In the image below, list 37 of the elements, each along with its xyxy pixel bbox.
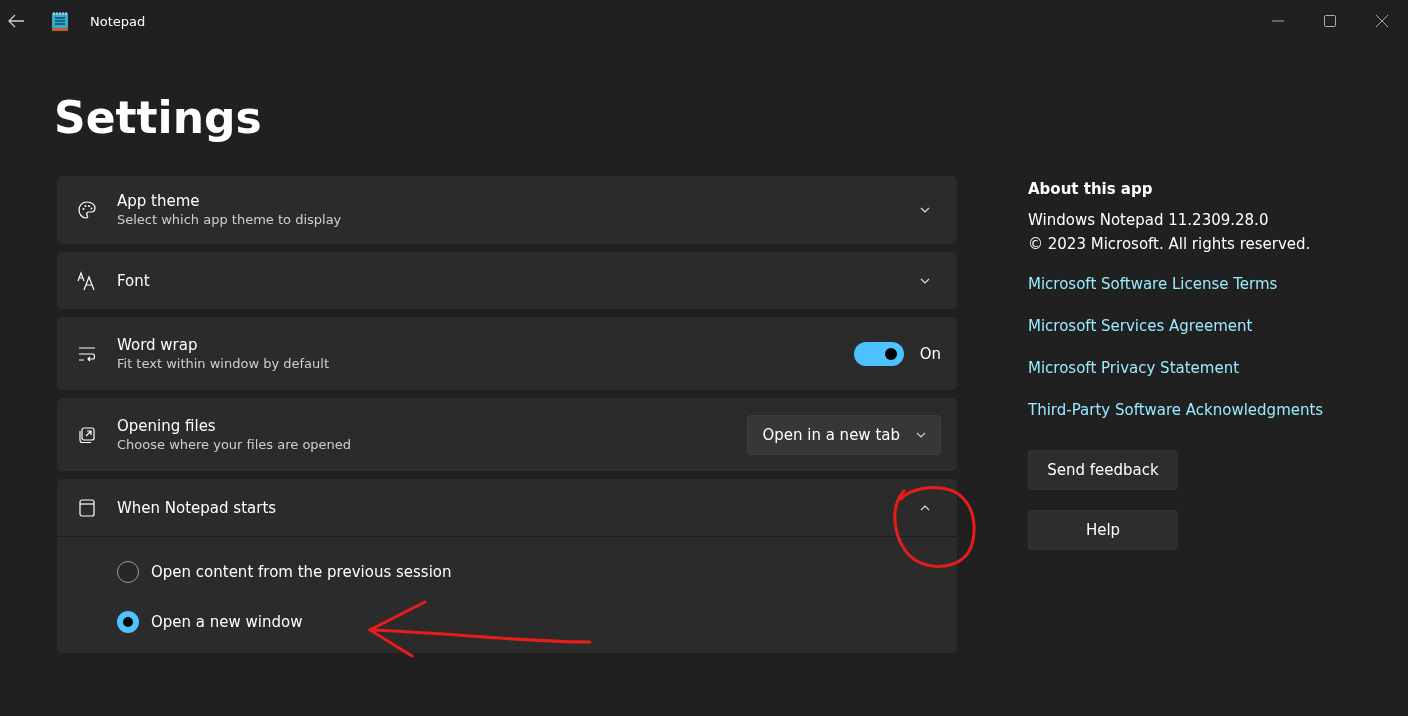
help-button[interactable]: Help xyxy=(1028,510,1178,550)
maximize-icon xyxy=(1324,15,1336,27)
send-feedback-button[interactable]: Send feedback xyxy=(1028,450,1178,490)
back-arrow-icon xyxy=(7,14,25,28)
link[interactable]: Third-Party Software Acknowledgments xyxy=(1028,398,1348,422)
radio-option[interactable]: Open content from the previous session xyxy=(117,547,452,597)
setting-description: Fit text within window by default xyxy=(117,354,329,373)
setting-title: When Notepad starts xyxy=(117,497,277,518)
link[interactable]: Microsoft Services Agreement xyxy=(1028,314,1348,338)
link[interactable]: Microsoft Privacy Statement xyxy=(1028,356,1348,380)
chevron-icon xyxy=(916,431,926,438)
palette-icon xyxy=(77,200,97,220)
window-icon xyxy=(77,497,97,518)
radio-option[interactable]: Open a new window xyxy=(117,597,303,647)
close-icon xyxy=(1376,15,1388,27)
chevron-icon xyxy=(920,207,930,213)
chevron-icon xyxy=(920,504,930,511)
dropdown[interactable]: Open in a new tab xyxy=(747,414,941,455)
setting-title: Font xyxy=(117,270,150,291)
setting-title: Opening files xyxy=(117,415,217,436)
copyright-text: © 2023 Microsoft. All rights reserved. xyxy=(1028,234,1312,255)
version-text: Windows Notepad 11.2309.28.0 xyxy=(1028,210,1270,231)
section-heading: About this app xyxy=(1028,180,1154,198)
chevron-icon xyxy=(920,277,930,284)
font-size-icon xyxy=(77,270,97,291)
setting-title: Word wrap xyxy=(117,334,199,355)
minimize-icon xyxy=(1272,20,1284,22)
toggle-switch[interactable] xyxy=(853,341,904,366)
page-title: Settings xyxy=(54,91,263,145)
setting-description: Select which app theme to display xyxy=(117,211,342,229)
notepad-icon xyxy=(52,11,68,31)
window-title: Notepad xyxy=(90,13,146,29)
link[interactable]: Microsoft Software License Terms xyxy=(1028,272,1348,296)
open-file-icon xyxy=(77,424,97,445)
setting-title: App theme xyxy=(117,191,201,211)
setting-description: Choose where your files are opened xyxy=(117,435,352,454)
toggle-state-label: On xyxy=(919,344,941,363)
